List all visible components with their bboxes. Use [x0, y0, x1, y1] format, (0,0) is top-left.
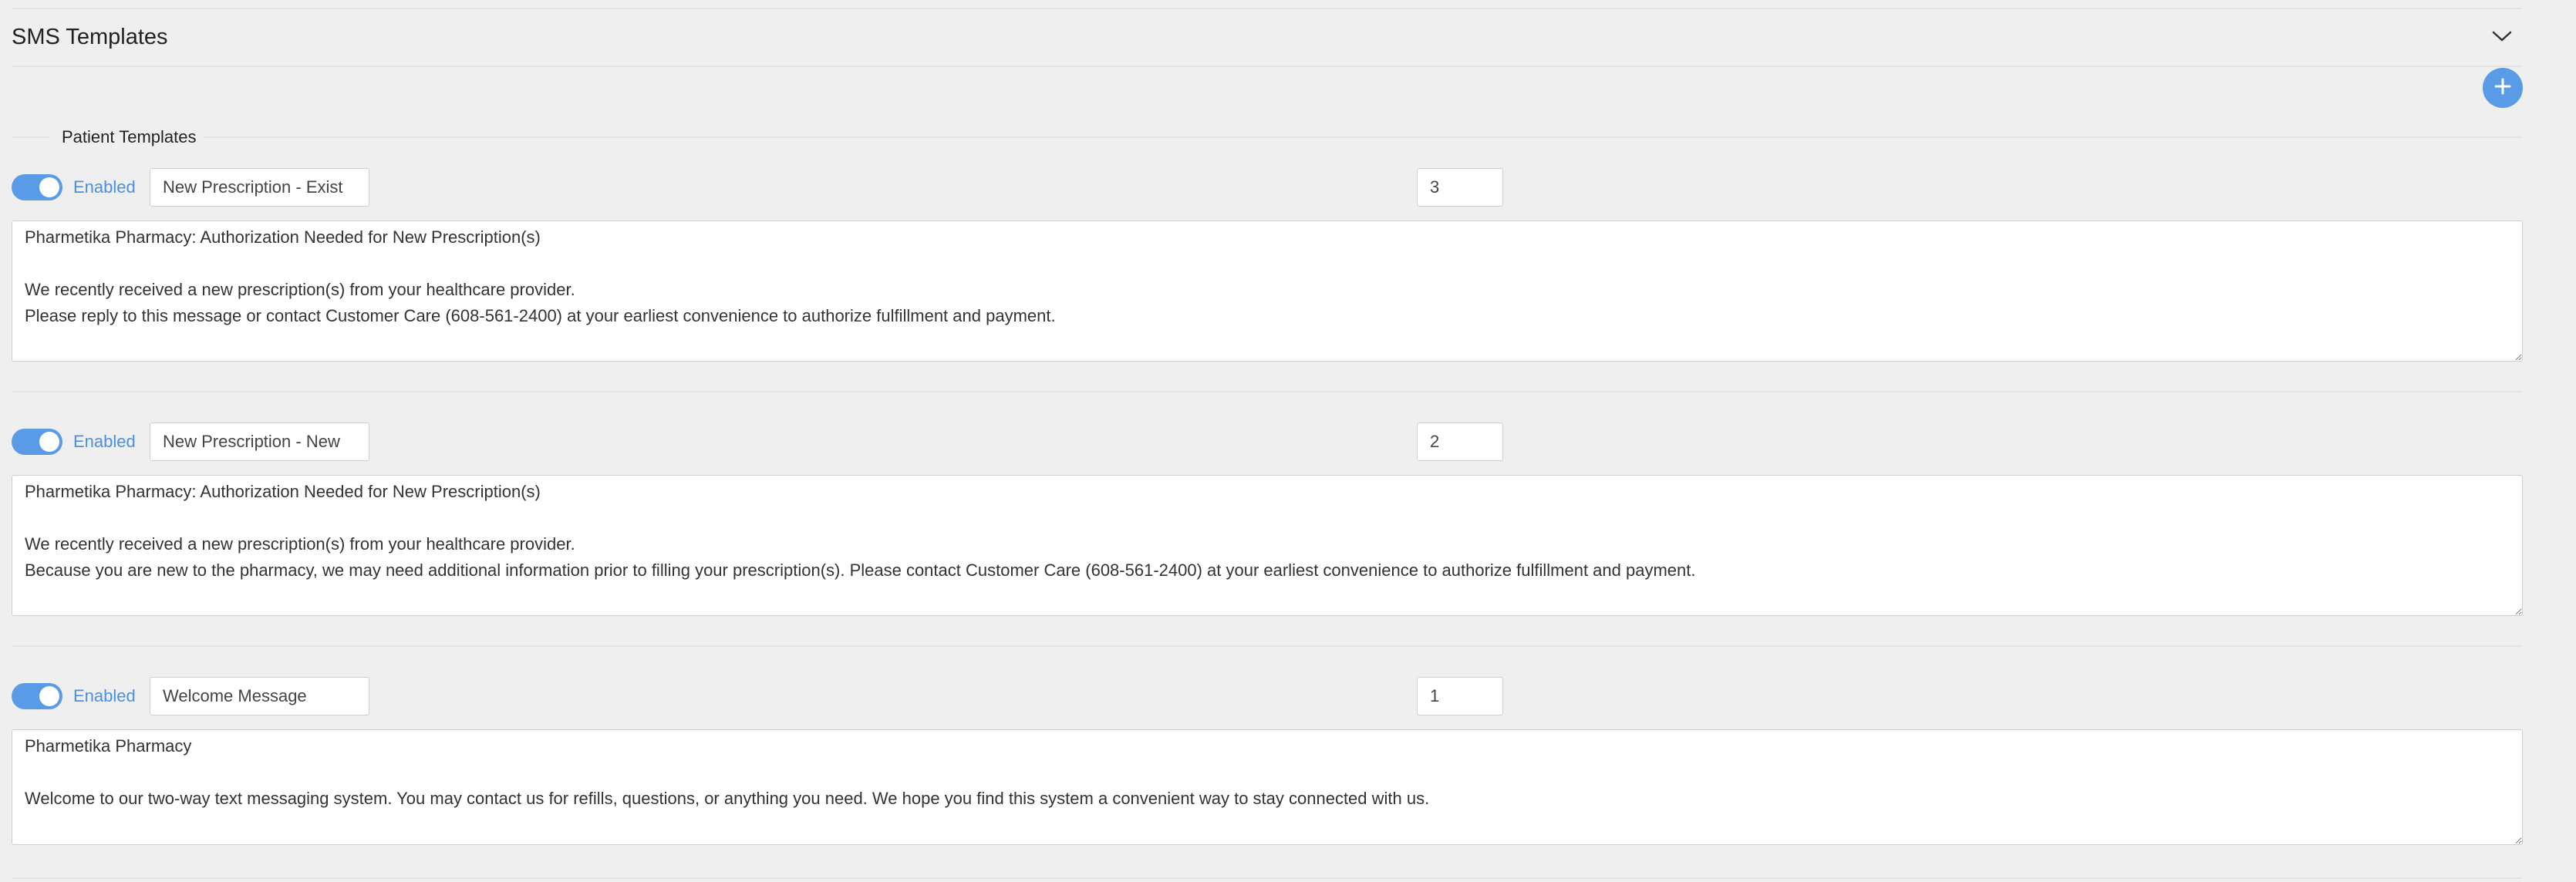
sms-templates-page: SMS Templates Patient Templates Enabled …: [0, 0, 2576, 882]
template-order-input[interactable]: [1417, 422, 1503, 461]
template-divider: [12, 391, 2522, 392]
enabled-label: Enabled: [73, 432, 136, 451]
legend-rule-right: [204, 136, 2522, 138]
enabled-label: Enabled: [73, 686, 136, 705]
template-message-textarea[interactable]: Pharmetika Pharmacy: Authorization Neede…: [12, 475, 2523, 616]
enabled-toggle[interactable]: [12, 174, 62, 200]
collapse-toggle[interactable]: [2488, 26, 2516, 49]
enabled-label: Enabled: [73, 177, 136, 197]
section-label-patient-templates: Patient Templates: [62, 127, 197, 146]
template-message-textarea[interactable]: Pharmetika Pharmacy Welcome to our two-w…: [12, 729, 2523, 845]
template-name-input[interactable]: [150, 677, 369, 715]
template-order-input[interactable]: [1417, 677, 1503, 715]
enabled-toggle[interactable]: [12, 429, 62, 455]
template-order-input[interactable]: [1417, 168, 1503, 207]
enabled-toggle[interactable]: [12, 683, 62, 709]
bottom-divider: [12, 877, 2522, 879]
top-divider: [12, 8, 2522, 9]
panel-title: SMS Templates: [12, 25, 168, 49]
header-divider: [12, 66, 2522, 67]
template-name-input[interactable]: [150, 422, 369, 461]
template-divider: [12, 645, 2522, 647]
toggle-knob: [39, 177, 59, 197]
plus-icon: [2493, 77, 2512, 99]
chevron-down-icon: [2492, 30, 2512, 46]
toggle-knob: [39, 686, 59, 706]
template-name-input[interactable]: [150, 168, 369, 207]
toggle-knob: [39, 432, 59, 452]
legend-rule-left: [12, 136, 50, 138]
template-message-textarea[interactable]: Pharmetika Pharmacy: Authorization Neede…: [12, 220, 2523, 362]
add-template-button[interactable]: [2483, 68, 2523, 108]
